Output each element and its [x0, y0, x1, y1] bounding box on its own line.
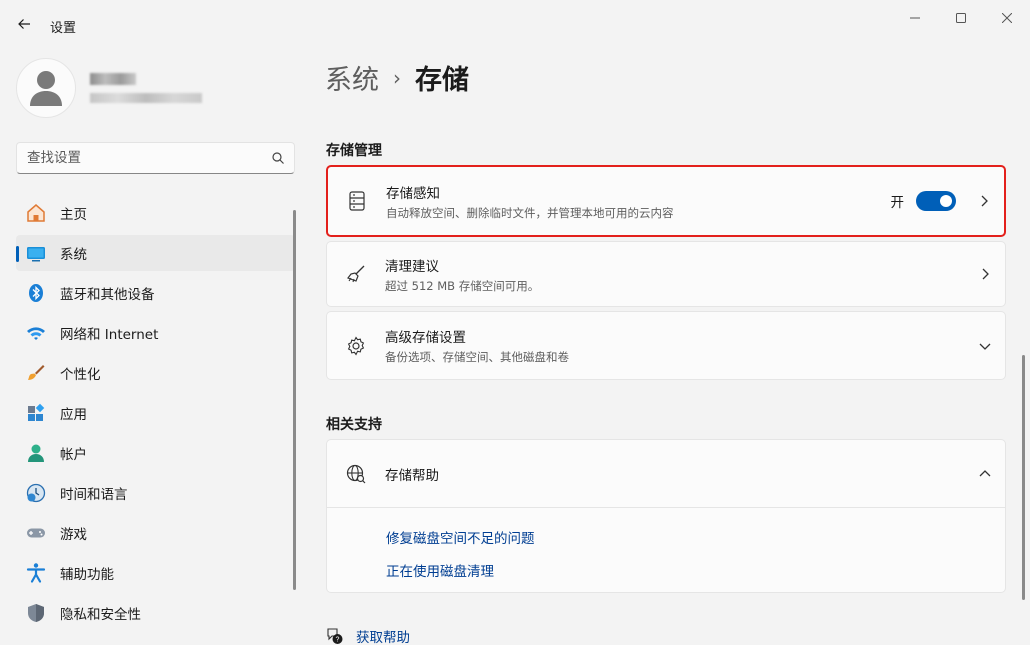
sidebar-item-network[interactable]: 网络和 Internet: [16, 315, 295, 351]
storage-sense-card[interactable]: 存储感知 自动释放空间、删除临时文件，并管理本地可用的云内容 开: [326, 165, 1006, 237]
section-title-storage-management: 存储管理: [326, 143, 382, 159]
cleanup-desc: 超过 512 MB 存储空间可用。: [385, 278, 540, 293]
storage-sense-toggle[interactable]: [916, 191, 956, 211]
breadcrumb-parent[interactable]: 系统: [325, 58, 379, 97]
search-icon[interactable]: [272, 152, 284, 164]
storage-sense-desc: 自动释放空间、删除临时文件，并管理本地可用的云内容: [386, 205, 674, 220]
section-title-related-support: 相关支持: [326, 417, 382, 433]
account-icon: [24, 441, 48, 465]
user-icon: [30, 71, 62, 106]
sidebar-item-label: 主页: [60, 207, 87, 223]
shield-icon: [24, 601, 48, 625]
page-title: 存储: [415, 65, 469, 96]
back-arrow-icon: [18, 19, 30, 29]
sidebar-item-accounts[interactable]: 帐户: [16, 435, 295, 471]
get-help-link[interactable]: ? 获取帮助: [326, 626, 410, 645]
sidebar-item-bluetooth[interactable]: 蓝牙和其他设备: [16, 275, 295, 311]
sidebar-item-accessibility[interactable]: 辅助功能: [16, 555, 295, 591]
avatar[interactable]: [16, 58, 76, 118]
close-button[interactable]: [984, 6, 1030, 30]
get-help-label: 获取帮助: [356, 630, 410, 645]
cleanup-title: 清理建议: [385, 258, 439, 275]
storage-help-header[interactable]: 存储帮助: [327, 440, 1005, 508]
sidebar-item-time-language[interactable]: 时间和语言: [16, 475, 295, 511]
svg-text:?: ?: [336, 637, 340, 644]
app-title: 设置: [50, 21, 77, 36]
sidebar-item-gaming[interactable]: 游戏: [16, 515, 295, 551]
sidebar-item-label: 网络和 Internet: [60, 327, 159, 343]
sidebar-item-label: 辅助功能: [60, 567, 114, 583]
minimize-icon: [910, 17, 920, 19]
sidebar-item-label: 帐户: [60, 447, 87, 463]
search-box[interactable]: [16, 142, 295, 174]
advanced-storage-desc: 备份选项、存储空间、其他磁盘和卷: [385, 350, 569, 364]
storage-help-card: 存储帮助 修复磁盘空间不足的问题 正在使用磁盘清理: [326, 439, 1006, 593]
main-scrollbar[interactable]: [1022, 355, 1025, 600]
help-link-fix-low-disk[interactable]: 修复磁盘空间不足的问题: [386, 527, 1005, 547]
sidebar-nav: 主页 系统 蓝牙和其他设备 网络和 Internet 个性化 应用 帐户 时间和…: [16, 195, 295, 635]
back-button[interactable]: [8, 10, 40, 38]
sidebar-item-label: 系统: [60, 247, 87, 263]
breadcrumb: 系统 › 存储: [325, 58, 469, 97]
sidebar-item-label: 隐私和安全性: [60, 607, 141, 623]
gamepad-icon: [24, 521, 48, 545]
broom-icon: [345, 263, 367, 285]
storage-sense-toggle-label: 开: [890, 195, 905, 211]
wifi-icon: [24, 321, 48, 345]
accessibility-icon: [24, 561, 48, 585]
help-link-disk-cleanup[interactable]: 正在使用磁盘清理: [386, 560, 1005, 580]
system-icon: [24, 241, 48, 265]
bluetooth-icon: [24, 281, 48, 305]
sidebar-item-system[interactable]: 系统: [16, 235, 295, 271]
sidebar-item-home[interactable]: 主页: [16, 195, 295, 231]
cleanup-recommendations-card[interactable]: 清理建议 超过 512 MB 存储空间可用。: [326, 241, 1006, 307]
user-name-redacted: [90, 73, 136, 85]
sidebar-item-label: 应用: [60, 407, 87, 423]
user-email-redacted: [90, 93, 202, 103]
apps-icon: [24, 401, 48, 425]
maximize-icon: [956, 13, 966, 23]
minimize-button[interactable]: [892, 6, 938, 30]
sidebar-scrollbar[interactable]: [293, 210, 296, 590]
sidebar-item-privacy[interactable]: 隐私和安全性: [16, 595, 295, 631]
globe-search-icon: [345, 463, 367, 485]
chevron-right-icon[interactable]: [965, 268, 1005, 280]
chevron-down-icon[interactable]: [965, 341, 1005, 351]
advanced-storage-card[interactable]: 高级存储设置 备份选项、存储空间、其他磁盘和卷: [326, 311, 1006, 380]
search-input[interactable]: [27, 150, 272, 166]
home-icon: [24, 201, 48, 225]
sidebar-item-apps[interactable]: 应用: [16, 395, 295, 431]
breadcrumb-separator: ›: [393, 65, 401, 90]
clock-globe-icon: [24, 481, 48, 505]
help-chat-icon: ?: [327, 628, 343, 644]
maximize-button[interactable]: [938, 6, 984, 30]
brush-icon: [24, 361, 48, 385]
chevron-right-icon[interactable]: [964, 195, 1004, 207]
advanced-storage-title: 高级存储设置: [385, 330, 466, 346]
close-icon: [1002, 13, 1012, 23]
storage-sense-title: 存储感知: [386, 185, 440, 202]
sidebar-item-personalization[interactable]: 个性化: [16, 355, 295, 391]
sidebar-item-label: 游戏: [60, 527, 87, 543]
sidebar-item-label: 蓝牙和其他设备: [60, 287, 155, 303]
chevron-up-icon[interactable]: [965, 469, 1005, 479]
sidebar-item-label: 时间和语言: [60, 487, 128, 503]
sidebar-item-label: 个性化: [60, 367, 101, 383]
storage-help-title: 存储帮助: [385, 467, 439, 484]
gear-icon: [345, 335, 367, 357]
storage-drive-icon: [346, 190, 368, 212]
